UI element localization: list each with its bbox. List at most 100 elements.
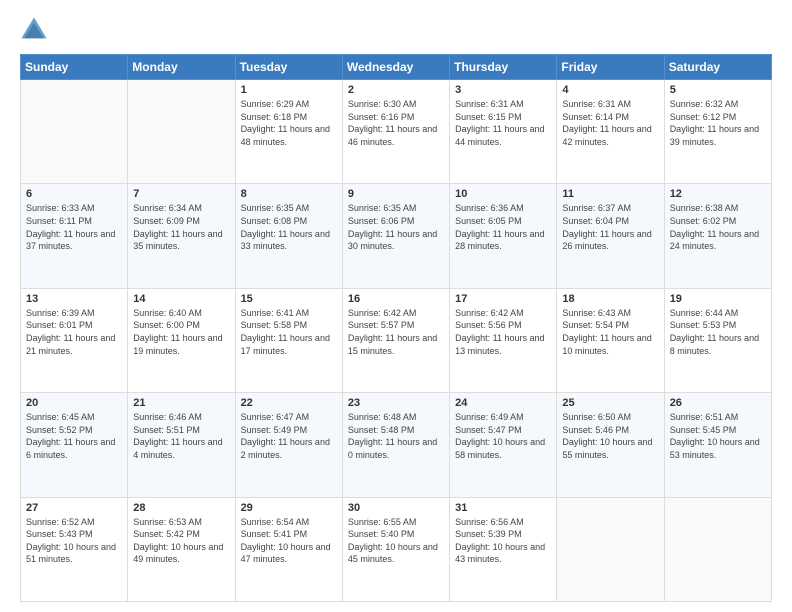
- day-info: Sunrise: 6:38 AM Sunset: 6:02 PM Dayligh…: [670, 202, 766, 252]
- day-number: 12: [670, 188, 766, 200]
- day-info: Sunrise: 6:52 AM Sunset: 5:43 PM Dayligh…: [26, 516, 122, 566]
- calendar-cell: 17Sunrise: 6:42 AM Sunset: 5:56 PM Dayli…: [450, 288, 557, 392]
- day-number: 16: [348, 293, 444, 305]
- calendar-cell: 18 Sunrise: 6:43 AM Sunset: 5:54 PM Dayli…: [557, 288, 664, 392]
- day-number: 31: [455, 502, 551, 514]
- calendar-cell: 31 Sunrise: 6:56 AM Sunset: 5:39 PM Dayli…: [450, 497, 557, 601]
- day-info: Sunrise: 6:47 AM Sunset: 5:49 PM Dayligh…: [241, 411, 337, 461]
- calendar-cell: 5 Sunrise: 6:32 AM Sunset: 6:12 PM Daylig…: [664, 80, 771, 184]
- day-number: 3: [455, 84, 551, 96]
- calendar-cell: 10Sunrise: 6:36 AM Sunset: 6:05 PM Dayli…: [450, 184, 557, 288]
- day-info: Sunrise: 6:30 AM Sunset: 6:16 PM Dayligh…: [348, 98, 444, 148]
- day-info: Sunrise: 6:45 AM Sunset: 5:52 PM Dayligh…: [26, 411, 122, 461]
- day-info: Sunrise: 6:48 AM Sunset: 5:48 PM Dayligh…: [348, 411, 444, 461]
- day-number: 11: [562, 188, 658, 200]
- calendar-cell: 19 Sunrise: 6:44 AM Sunset: 5:53 PM Dayli…: [664, 288, 771, 392]
- page: SundayMondayTuesdayWednesdayThursdayFrid…: [0, 0, 792, 612]
- day-number: 23: [348, 397, 444, 409]
- day-info: Sunrise: 6:54 AM Sunset: 5:41 PM Dayligh…: [241, 516, 337, 566]
- calendar-cell: [21, 80, 128, 184]
- day-number: 15: [241, 293, 337, 305]
- day-info: Sunrise: 6:35 AM Sunset: 6:08 PM Dayligh…: [241, 202, 337, 252]
- calendar-cell: 24Sunrise: 6:49 AM Sunset: 5:47 PM Dayli…: [450, 393, 557, 497]
- day-info: Sunrise: 6:32 AM Sunset: 6:12 PM Dayligh…: [670, 98, 766, 148]
- calendar-table: SundayMondayTuesdayWednesdayThursdayFrid…: [20, 54, 772, 602]
- logo-icon: [20, 16, 48, 44]
- calendar-cell: 29 Sunrise: 6:54 AM Sunset: 5:41 PM Dayli…: [235, 497, 342, 601]
- calendar-cell: 6 Sunrise: 6:33 AM Sunset: 6:11 PM Daylig…: [21, 184, 128, 288]
- weekday-header: Friday: [557, 55, 664, 80]
- day-number: 26: [670, 397, 766, 409]
- day-number: 27: [26, 502, 122, 514]
- calendar-cell: 16 Sunrise: 6:42 AM Sunset: 5:57 PM Dayli…: [342, 288, 449, 392]
- day-number: 14: [133, 293, 229, 305]
- day-info: Sunrise: 6:56 AM Sunset: 5:39 PM Dayligh…: [455, 516, 551, 566]
- day-info: Sunrise: 6:49 AM Sunset: 5:47 PM Dayligh…: [455, 411, 551, 461]
- calendar-cell: 25 Sunrise: 6:50 AM Sunset: 5:46 PM Dayli…: [557, 393, 664, 497]
- day-number: 4: [562, 84, 658, 96]
- day-number: 18: [562, 293, 658, 305]
- day-info: Sunrise: 6:31 AM Sunset: 6:15 PM Dayligh…: [455, 98, 551, 148]
- day-info: Sunrise: 6:33 AM Sunset: 6:11 PM Dayligh…: [26, 202, 122, 252]
- day-info: Sunrise: 6:35 AM Sunset: 6:06 PM Dayligh…: [348, 202, 444, 252]
- day-number: 25: [562, 397, 658, 409]
- calendar-cell: 7 Sunrise: 6:34 AM Sunset: 6:09 PM Daylig…: [128, 184, 235, 288]
- logo: [20, 16, 52, 44]
- calendar-cell: 2 Sunrise: 6:30 AM Sunset: 6:16 PM Daylig…: [342, 80, 449, 184]
- calendar-cell: 15 Sunrise: 6:41 AM Sunset: 5:58 PM Dayli…: [235, 288, 342, 392]
- weekday-header: Monday: [128, 55, 235, 80]
- day-number: 5: [670, 84, 766, 96]
- day-number: 1: [241, 84, 337, 96]
- calendar-cell: 9 Sunrise: 6:35 AM Sunset: 6:06 PM Daylig…: [342, 184, 449, 288]
- calendar-cell: 1 Sunrise: 6:29 AM Sunset: 6:18 PM Daylig…: [235, 80, 342, 184]
- day-number: 22: [241, 397, 337, 409]
- day-number: 20: [26, 397, 122, 409]
- day-info: Sunrise: 6:55 AM Sunset: 5:40 PM Dayligh…: [348, 516, 444, 566]
- day-info: Sunrise: 6:51 AM Sunset: 5:45 PM Dayligh…: [670, 411, 766, 461]
- day-info: Sunrise: 6:29 AM Sunset: 6:18 PM Dayligh…: [241, 98, 337, 148]
- day-info: Sunrise: 6:43 AM Sunset: 5:54 PM Dayligh…: [562, 307, 658, 357]
- calendar-cell: [128, 80, 235, 184]
- calendar-cell: 3 Sunrise: 6:31 AM Sunset: 6:15 PM Daylig…: [450, 80, 557, 184]
- weekday-header: Wednesday: [342, 55, 449, 80]
- calendar-cell: 12 Sunrise: 6:38 AM Sunset: 6:02 PM Dayli…: [664, 184, 771, 288]
- calendar-cell: 4 Sunrise: 6:31 AM Sunset: 6:14 PM Daylig…: [557, 80, 664, 184]
- day-info: Sunrise: 6:34 AM Sunset: 6:09 PM Dayligh…: [133, 202, 229, 252]
- calendar-cell: 11Sunrise: 6:37 AM Sunset: 6:04 PM Dayli…: [557, 184, 664, 288]
- day-info: Sunrise: 6:42 AM Sunset: 5:57 PM Dayligh…: [348, 307, 444, 357]
- day-number: 17: [455, 293, 551, 305]
- calendar-cell: 21 Sunrise: 6:46 AM Sunset: 5:51 PM Dayli…: [128, 393, 235, 497]
- weekday-header: Thursday: [450, 55, 557, 80]
- weekday-header: Sunday: [21, 55, 128, 80]
- day-number: 13: [26, 293, 122, 305]
- calendar-cell: 26 Sunrise: 6:51 AM Sunset: 5:45 PM Dayli…: [664, 393, 771, 497]
- day-number: 19: [670, 293, 766, 305]
- day-info: Sunrise: 6:41 AM Sunset: 5:58 PM Dayligh…: [241, 307, 337, 357]
- day-number: 9: [348, 188, 444, 200]
- day-info: Sunrise: 6:40 AM Sunset: 6:00 PM Dayligh…: [133, 307, 229, 357]
- day-number: 7: [133, 188, 229, 200]
- calendar-cell: [557, 497, 664, 601]
- header: [20, 16, 772, 44]
- day-info: Sunrise: 6:39 AM Sunset: 6:01 PM Dayligh…: [26, 307, 122, 357]
- day-info: Sunrise: 6:44 AM Sunset: 5:53 PM Dayligh…: [670, 307, 766, 357]
- calendar-cell: 28Sunrise: 6:53 AM Sunset: 5:42 PM Dayli…: [128, 497, 235, 601]
- weekday-header: Saturday: [664, 55, 771, 80]
- day-info: Sunrise: 6:46 AM Sunset: 5:51 PM Dayligh…: [133, 411, 229, 461]
- day-number: 29: [241, 502, 337, 514]
- weekday-header: Tuesday: [235, 55, 342, 80]
- day-number: 30: [348, 502, 444, 514]
- day-number: 2: [348, 84, 444, 96]
- day-info: Sunrise: 6:53 AM Sunset: 5:42 PM Dayligh…: [133, 516, 229, 566]
- day-info: Sunrise: 6:31 AM Sunset: 6:14 PM Dayligh…: [562, 98, 658, 148]
- calendar-cell: 8Sunrise: 6:35 AM Sunset: 6:08 PM Daylig…: [235, 184, 342, 288]
- calendar-cell: 22 Sunrise: 6:47 AM Sunset: 5:49 PM Dayli…: [235, 393, 342, 497]
- calendar-cell: 27 Sunrise: 6:52 AM Sunset: 5:43 PM Dayli…: [21, 497, 128, 601]
- calendar-cell: 14 Sunrise: 6:40 AM Sunset: 6:00 PM Dayli…: [128, 288, 235, 392]
- calendar-cell: [664, 497, 771, 601]
- day-number: 10: [455, 188, 551, 200]
- calendar-cell: 23 Sunrise: 6:48 AM Sunset: 5:48 PM Dayli…: [342, 393, 449, 497]
- day-number: 6: [26, 188, 122, 200]
- day-info: Sunrise: 6:50 AM Sunset: 5:46 PM Dayligh…: [562, 411, 658, 461]
- day-number: 21: [133, 397, 229, 409]
